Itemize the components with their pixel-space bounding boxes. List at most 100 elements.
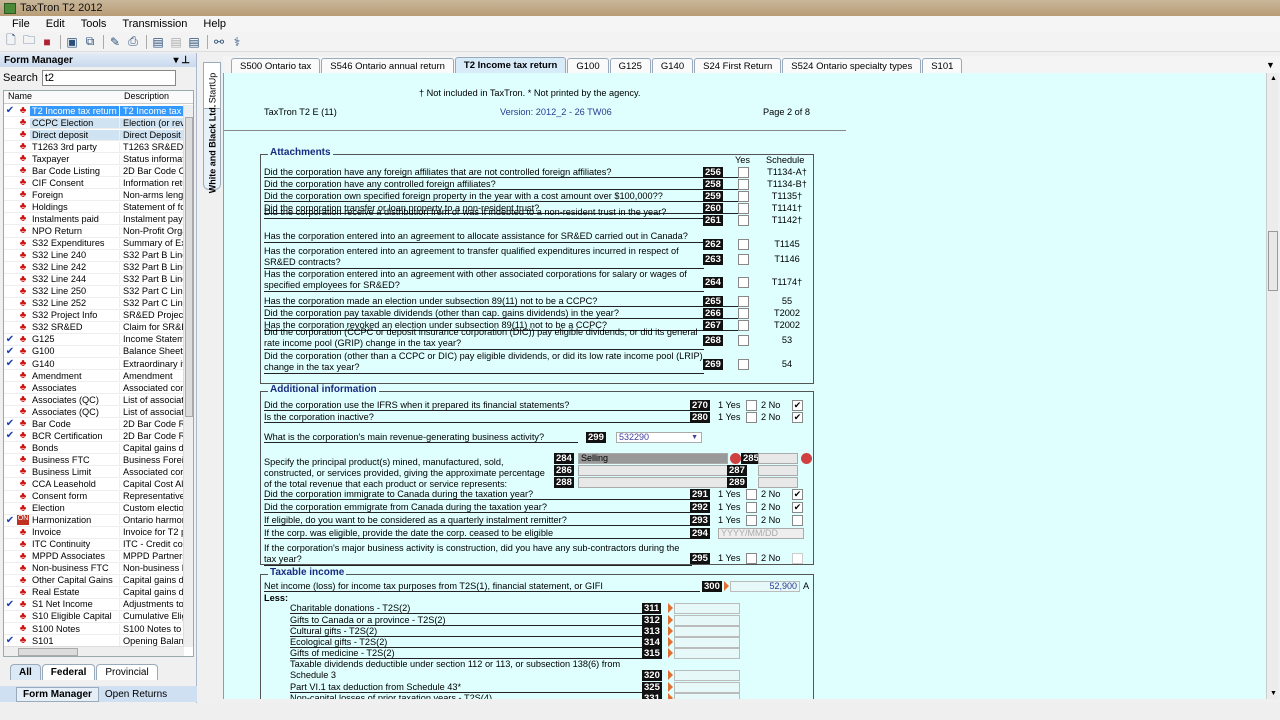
- yes-checkbox[interactable]: [746, 412, 757, 423]
- product-input[interactable]: Selling: [578, 453, 728, 464]
- form-list-item[interactable]: ♣ Holdings Statement of for: [4, 201, 184, 214]
- form-list-item[interactable]: ♣ Instalments paid Instalment paym: [4, 213, 184, 226]
- form-list-item[interactable]: ♣ Other Capital Gains Capital gains di: [4, 575, 184, 587]
- no-checkbox[interactable]: ✔: [792, 502, 803, 513]
- sign-icon[interactable]: ✎: [107, 34, 123, 50]
- yes-checkbox[interactable]: [738, 254, 749, 265]
- column-header-description[interactable]: Description: [120, 91, 184, 103]
- diagnostics-icon[interactable]: ⚕: [229, 34, 245, 50]
- percentage-input[interactable]: [758, 465, 798, 476]
- form-list-item[interactable]: ♣ Real Estate Capital gains di: [4, 587, 184, 599]
- no-checkbox[interactable]: ✔: [792, 400, 803, 411]
- yes-checkbox[interactable]: [738, 335, 749, 346]
- form-list-item[interactable]: ♣ Consent form Representative: [4, 491, 184, 503]
- form-list-item[interactable]: ♣ S10 Eligible Capital Cumulative Elig: [4, 611, 184, 624]
- percentage-input[interactable]: [758, 477, 798, 488]
- new-icon[interactable]: 🗋: [3, 33, 19, 50]
- menu-help[interactable]: Help: [195, 18, 234, 30]
- save-icon[interactable]: ▣: [64, 34, 80, 50]
- yes-checkbox[interactable]: [746, 515, 757, 526]
- print-icon[interactable]: ⎙: [125, 34, 141, 50]
- menu-edit[interactable]: Edit: [38, 18, 73, 30]
- menu-tools[interactable]: Tools: [73, 18, 115, 30]
- no-checkbox[interactable]: [792, 515, 803, 526]
- percentage-input[interactable]: [758, 453, 798, 464]
- form-list-item[interactable]: ♣ Amendment Amendment: [4, 370, 184, 383]
- form-list-item[interactable]: ♣ Business Limit Associated corp: [4, 466, 184, 479]
- document-vertical-scrollbar[interactable]: ▲ ▼: [1266, 73, 1278, 699]
- doc-tab[interactable]: G100: [567, 58, 609, 73]
- grid-horizontal-scrollbar[interactable]: [4, 646, 184, 656]
- grid-vertical-scrollbar[interactable]: [183, 105, 193, 647]
- form-list-item[interactable]: ✔ ♣ G140 Extraordinary ite: [4, 358, 184, 371]
- yes-checkbox[interactable]: [738, 359, 749, 370]
- no-checkbox[interactable]: ✔: [792, 489, 803, 500]
- search-input[interactable]: [41, 70, 176, 86]
- form-list-item[interactable]: ♣ Invoice Invoice for T2 p: [4, 527, 184, 539]
- form-list-item[interactable]: ♣ Associates Associated corp: [4, 382, 184, 395]
- review-disabled-icon[interactable]: ▤: [168, 34, 184, 50]
- scroll-down-icon[interactable]: ▼: [1270, 690, 1277, 697]
- doc-tab[interactable]: S101: [922, 58, 963, 73]
- form-list-item[interactable]: ♣ S32 Line 244 S32 Part B Line: [4, 274, 184, 286]
- deduction-amount[interactable]: [674, 670, 740, 681]
- side-tab-client[interactable]: White and Black Ltd.: [203, 105, 221, 193]
- deduction-amount[interactable]: [674, 693, 740, 699]
- yes-checkbox[interactable]: [746, 489, 757, 500]
- product-input[interactable]: [578, 477, 728, 488]
- form-list-item[interactable]: ♣ Non-business FTC Non-business F: [4, 563, 184, 575]
- form-list-item[interactable]: ✔ ♣ S1 Net Income Adjustments to I: [4, 599, 184, 611]
- deduction-amount[interactable]: [674, 603, 740, 614]
- form-list-item[interactable]: ♣CCPC ElectionElection (or reve: [4, 117, 184, 130]
- filter-tab-federal[interactable]: Federal: [41, 664, 96, 680]
- filter-tab-provincial[interactable]: Provincial: [96, 664, 158, 680]
- column-header-name[interactable]: Name: [4, 91, 120, 103]
- form-list-item[interactable]: ✔ ♣ G100 Balance Sheet I: [4, 346, 184, 358]
- form-list-item[interactable]: ♣ Taxpayer Status informati: [4, 153, 184, 166]
- yes-checkbox[interactable]: [738, 179, 749, 190]
- doc-tab[interactable]: G125: [609, 58, 651, 73]
- doc-tab[interactable]: S524 Ontario specialty types: [782, 58, 922, 73]
- deduction-amount[interactable]: [674, 648, 740, 659]
- date-input[interactable]: YYYY/MM/DD: [718, 528, 804, 539]
- yes-checkbox[interactable]: [738, 167, 749, 178]
- form-list-item[interactable]: ✔ ♣ G125 Income Stateme: [4, 334, 184, 346]
- deduction-amount[interactable]: [674, 615, 740, 626]
- scroll-thumb[interactable]: [185, 117, 193, 417]
- yes-checkbox[interactable]: [738, 320, 749, 331]
- form-list-item[interactable]: ♣ S100 Notes S100 Notes to tl: [4, 623, 184, 636]
- net-income-amount[interactable]: 52,900: [730, 581, 800, 592]
- yes-checkbox[interactable]: [746, 502, 757, 513]
- open-icon[interactable]: 🗀: [21, 33, 37, 50]
- form-list-item[interactable]: ♣ S32 Line 242 S32 Part B Line: [4, 262, 184, 274]
- tab-form-manager[interactable]: Form Manager: [16, 686, 99, 702]
- review-error-icon[interactable]: ▤: [186, 34, 202, 50]
- tab-open-returns[interactable]: Open Returns: [99, 688, 173, 701]
- yes-checkbox[interactable]: [738, 308, 749, 319]
- form-list-item[interactable]: ♣ S32 Line 240 S32 Part B Line: [4, 250, 184, 262]
- scroll-thumb[interactable]: [1268, 231, 1278, 291]
- yes-checkbox[interactable]: [738, 203, 749, 214]
- save-as-icon[interactable]: ⧉: [82, 34, 98, 50]
- form-list-item[interactable]: ♣ Business FTC Business Foreig: [4, 454, 184, 467]
- delete-icon[interactable]: ■: [39, 34, 55, 50]
- form-list-item[interactable]: ♣ Associates (QC) List of associate: [4, 406, 184, 419]
- yes-checkbox[interactable]: [738, 191, 749, 202]
- pin-icon[interactable]: ▾ ⊥: [173, 55, 190, 66]
- doc-tab[interactable]: G140: [651, 58, 694, 73]
- chevron-down-icon[interactable]: ▼: [691, 433, 698, 442]
- scroll-up-icon[interactable]: ▲: [1270, 75, 1277, 82]
- form-list-item[interactable]: ✔ ♣ BCR Certification 2D Bar Code Re: [4, 430, 184, 443]
- menu-transmission[interactable]: Transmission: [114, 18, 195, 30]
- doc-tab[interactable]: T2 Income tax return: [454, 57, 567, 73]
- form-list-item[interactable]: ♣ S32 SR&ED Claim for SR&E: [4, 322, 184, 334]
- form-list-item[interactable]: ♣ MPPD Associates MPPD Partnersl: [4, 551, 184, 563]
- form-list-item[interactable]: ♣ T1263 3rd party T1263 SR&ED T: [4, 141, 184, 154]
- clear-icon[interactable]: [801, 453, 812, 464]
- deduction-amount[interactable]: [674, 626, 740, 637]
- form-list-item[interactable]: ♣ CCA Leasehold Capital Cost All: [4, 478, 184, 491]
- yes-checkbox[interactable]: [738, 215, 749, 226]
- doc-tab[interactable]: S546 Ontario annual return: [321, 58, 454, 73]
- no-checkbox[interactable]: ✔: [792, 412, 803, 423]
- form-list-item[interactable]: ♣ S32 Line 250 S32 Part C Line: [4, 286, 184, 298]
